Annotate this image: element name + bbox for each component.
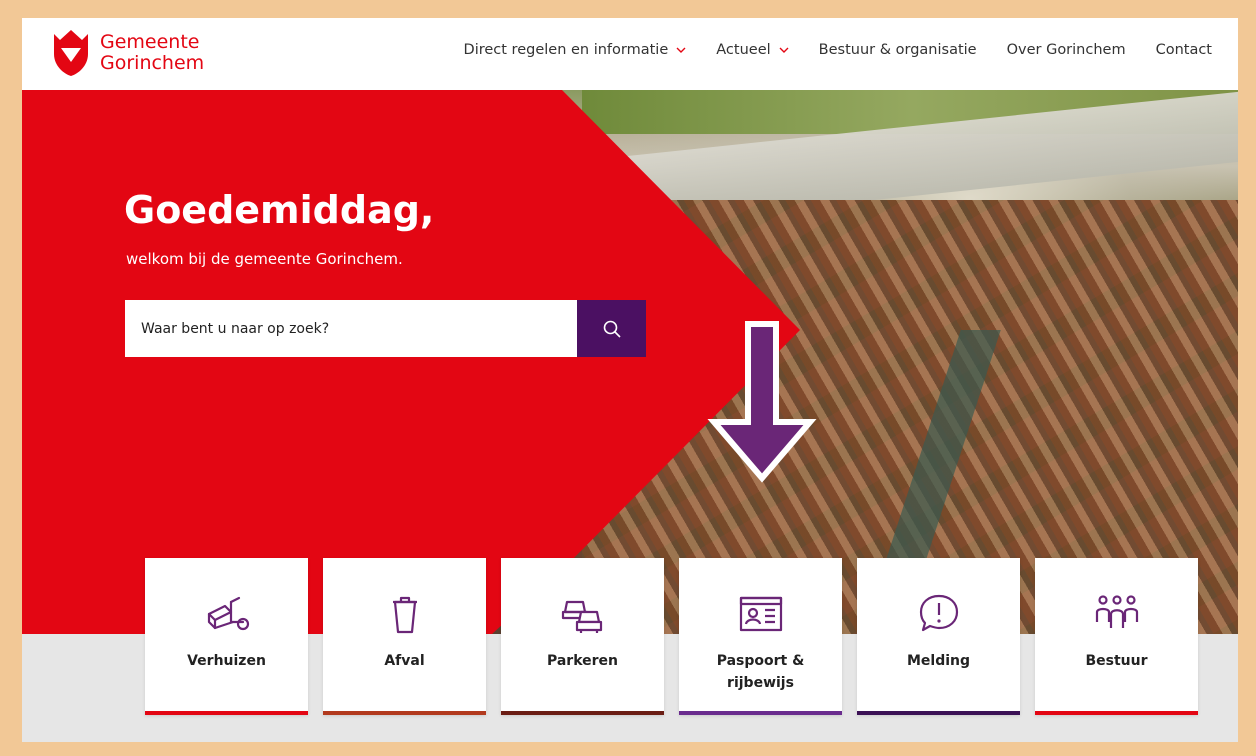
main-nav: Direct regelen en informatie Actueel Bes…: [434, 42, 1212, 58]
search-input[interactable]: [125, 300, 577, 357]
tile-bestuur[interactable]: Bestuur: [1035, 558, 1198, 715]
trash-bin-icon: [392, 596, 417, 634]
nav-item-label: Over Gorinchem: [1006, 42, 1126, 58]
site-logo[interactable]: Gemeente Gorinchem: [50, 28, 204, 78]
nav-item-actueel[interactable]: Actueel: [716, 42, 789, 58]
search-icon: [603, 320, 621, 338]
quick-links: Verhuizen Afval Parkeren Paspoort & rijb…: [145, 558, 1198, 715]
tile-accent-bar: [679, 711, 842, 715]
tile-paspoort-rijbewijs[interactable]: Paspoort & rijbewijs: [679, 558, 842, 715]
id-card-icon: [739, 596, 782, 632]
tile-label: Paspoort & rijbewijs: [716, 653, 805, 691]
tile-accent-bar: [501, 711, 664, 715]
crown-shield-icon: [54, 30, 88, 76]
tile-label: Verhuizen: [187, 653, 266, 669]
nav-item-label: Contact: [1155, 42, 1212, 58]
search-button[interactable]: [577, 300, 646, 357]
brand-name-line1: Gemeente: [100, 31, 200, 53]
nav-item-bestuur-organisatie[interactable]: Bestuur & organisatie: [819, 42, 977, 58]
cars-icon: [561, 600, 602, 633]
tile-accent-bar: [857, 711, 1020, 715]
tile-melding[interactable]: Melding: [857, 558, 1020, 715]
down-arrow-icon: [707, 321, 817, 483]
hero-red-shape: [22, 90, 800, 634]
tile-label: Melding: [906, 653, 971, 669]
browser-viewport: Gemeente Gorinchem Direct regelen en inf…: [22, 18, 1238, 742]
tile-afval[interactable]: Afval: [323, 558, 486, 715]
alert-speech-icon: [919, 594, 958, 632]
tile-verhuizen[interactable]: Verhuizen: [145, 558, 308, 715]
hero-banner: Goedemiddag, welkom bij de gemeente Gori…: [22, 90, 1238, 634]
tile-label: Bestuur: [1085, 653, 1148, 669]
nav-item-contact[interactable]: Contact: [1156, 42, 1212, 58]
search-box: [125, 300, 646, 357]
hero-welcome-text: welkom bij de gemeente Gorinchem.: [126, 250, 403, 268]
moving-truck-icon: [207, 596, 249, 631]
tile-accent-bar: [323, 711, 486, 715]
site-header: Gemeente Gorinchem Direct regelen en inf…: [22, 18, 1238, 90]
tile-label: Afval: [384, 653, 425, 669]
brand-name: Gemeente Gorinchem: [100, 32, 204, 74]
chevron-down-icon: [779, 47, 789, 53]
brand-name-line2: Gorinchem: [100, 52, 205, 74]
nav-item-direct-regelen[interactable]: Direct regelen en informatie: [464, 42, 687, 58]
people-icon: [1095, 595, 1138, 628]
hero-greeting: Goedemiddag,: [124, 188, 435, 232]
tile-accent-bar: [145, 711, 308, 715]
nav-item-label: Bestuur & organisatie: [818, 42, 977, 58]
chevron-down-icon: [676, 47, 686, 53]
nav-item-label: Direct regelen en informatie: [463, 42, 669, 58]
tile-accent-bar: [1035, 711, 1198, 715]
tile-label: Parkeren: [546, 653, 619, 669]
tile-parkeren[interactable]: Parkeren: [501, 558, 664, 715]
nav-item-label: Actueel: [716, 42, 771, 58]
nav-item-over-gorinchem[interactable]: Over Gorinchem: [1007, 42, 1126, 58]
